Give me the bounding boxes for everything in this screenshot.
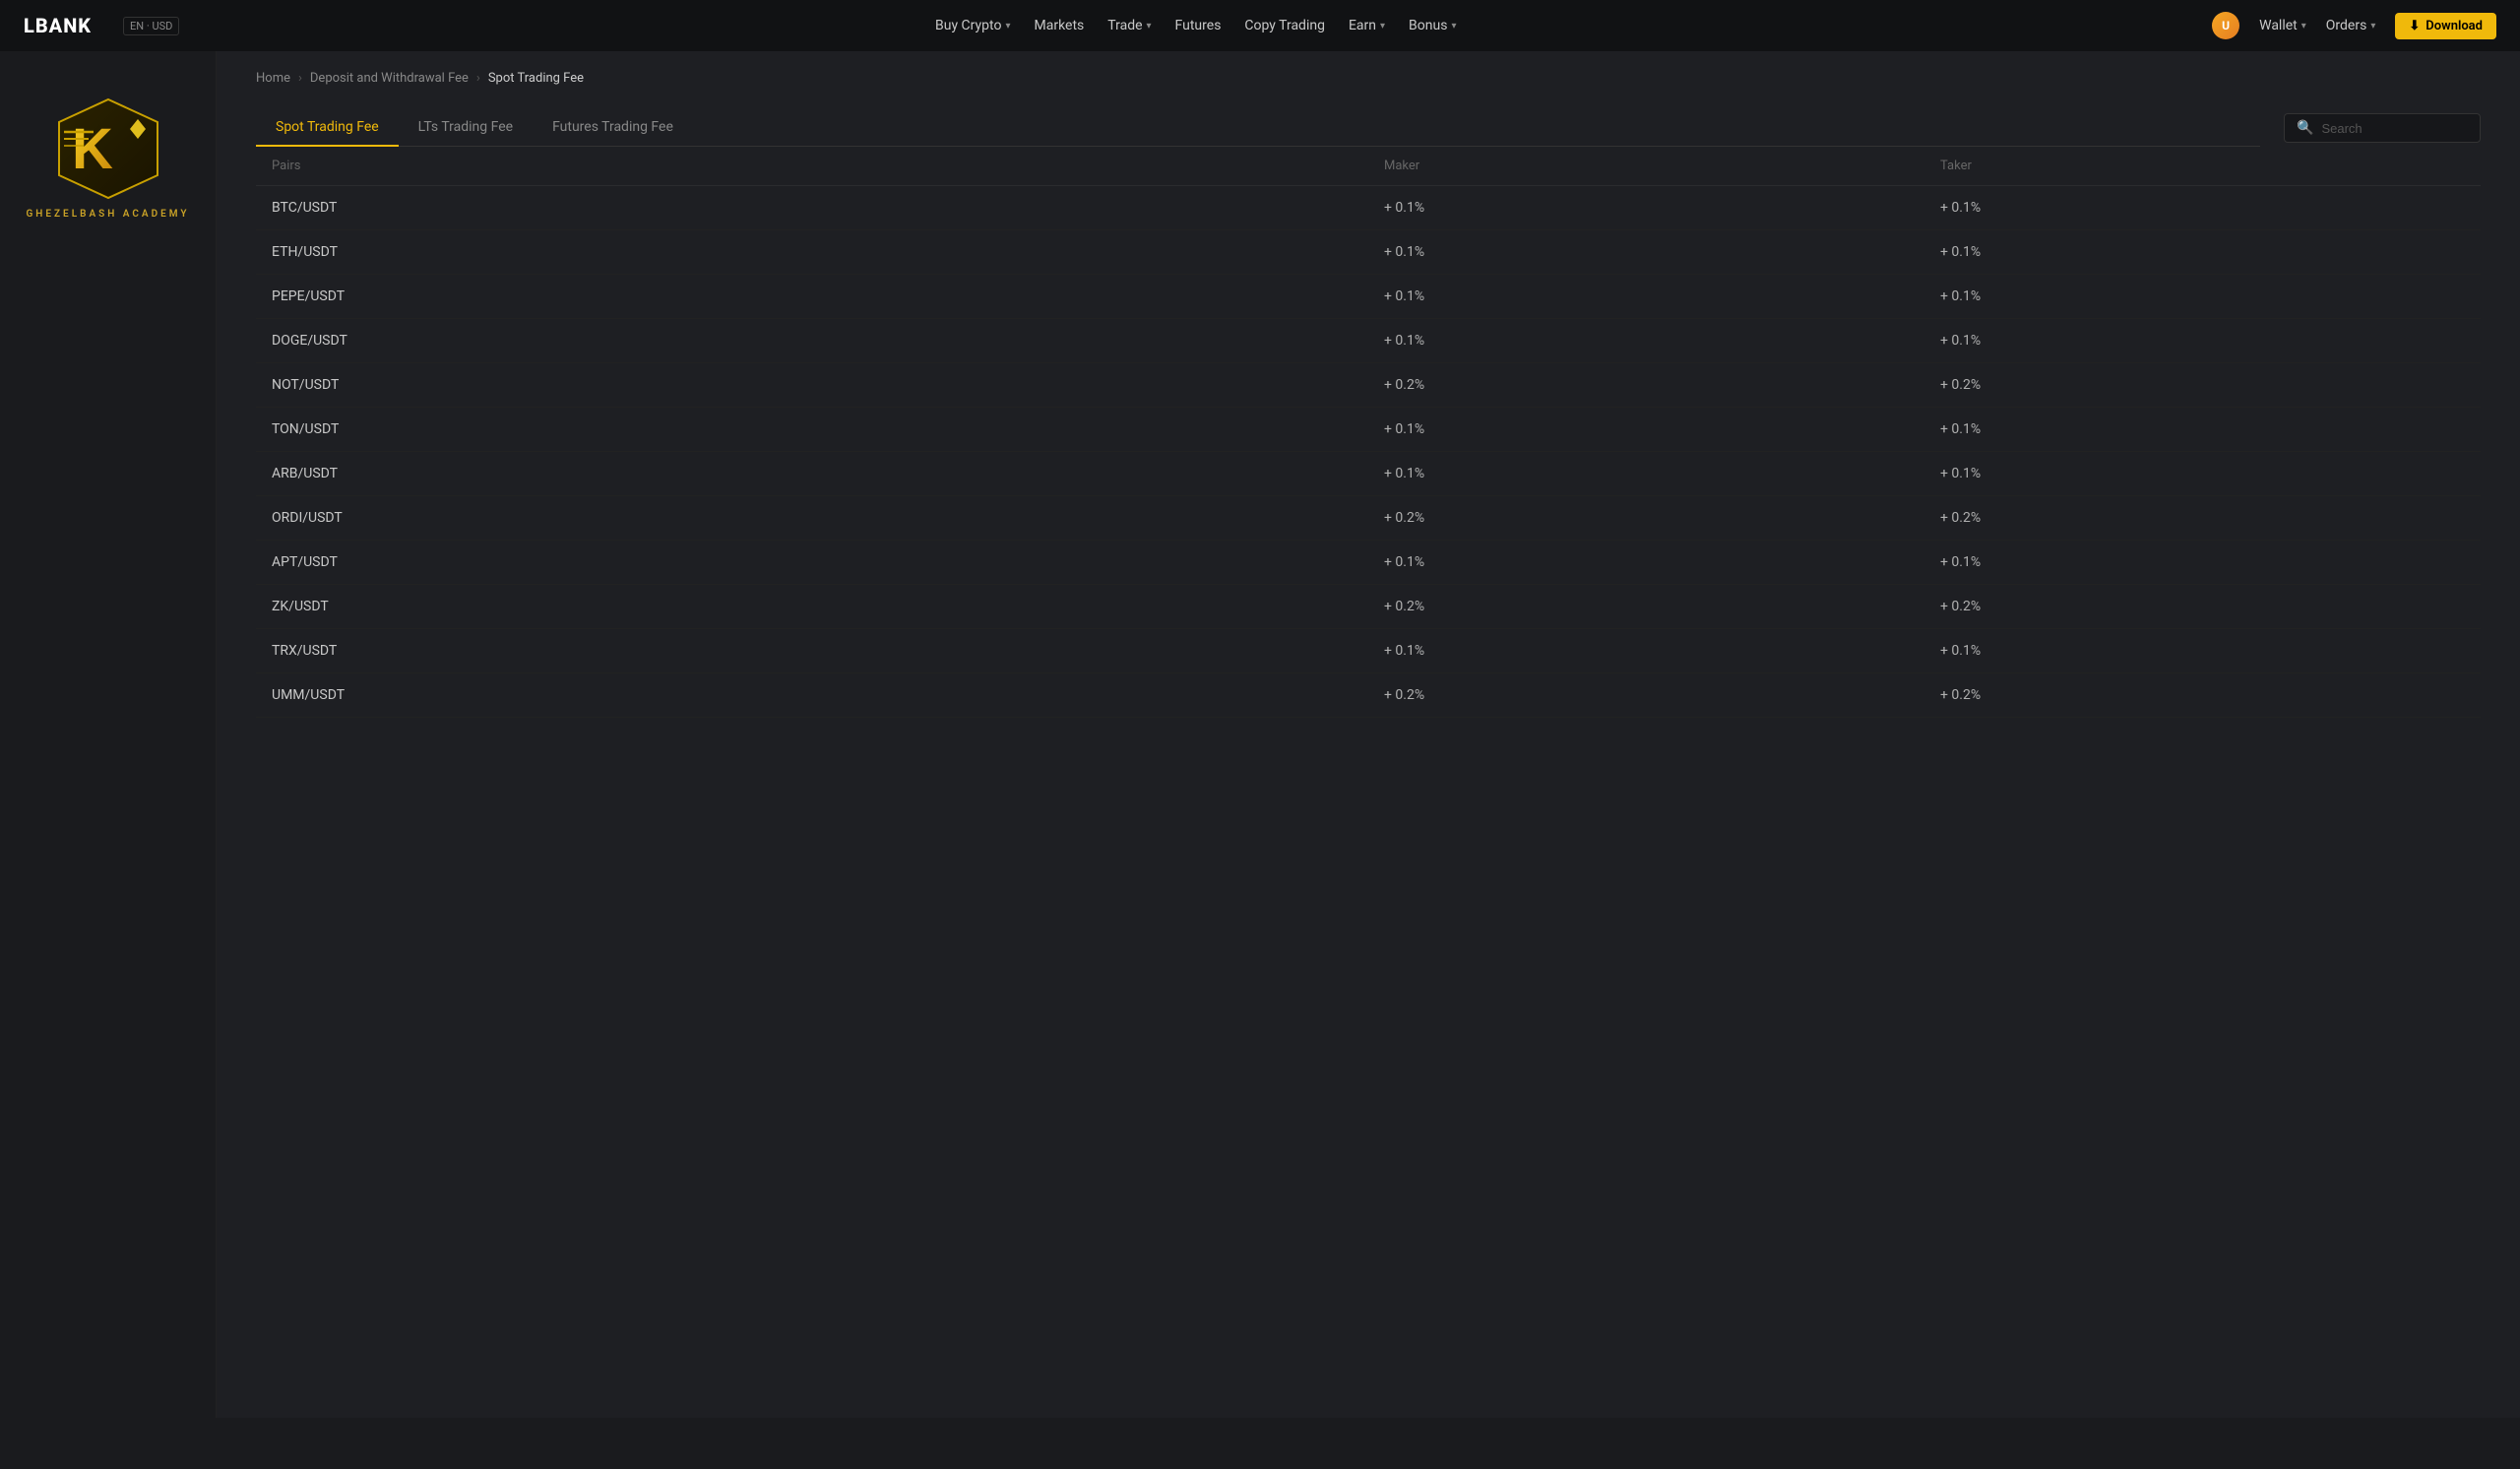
- brand-name: GHEZELBASH ACADEMY: [26, 209, 189, 220]
- search-box: 🔍: [2284, 113, 2481, 143]
- cell-taker: + 0.1%: [1924, 186, 2481, 230]
- breadcrumb-parent[interactable]: Deposit and Withdrawal Fee: [310, 71, 469, 86]
- chevron-down-icon: ▾: [1147, 21, 1152, 32]
- chevron-down-icon: ▾: [2301, 21, 2306, 32]
- cell-taker: + 0.1%: [1924, 230, 2481, 275]
- table-row: TON/USDT + 0.1% + 0.1%: [256, 408, 2481, 452]
- cell-maker: + 0.1%: [1368, 230, 1924, 275]
- nav-copy-trading[interactable]: Copy Trading: [1244, 18, 1325, 33]
- breadcrumb: Home › Deposit and Withdrawal Fee › Spot…: [256, 71, 2481, 86]
- page-wrapper: K GHEZELBASH ACADEMY Home › Deposit and …: [0, 51, 2520, 1418]
- tab-lts-trading-fee[interactable]: LTs Trading Fee: [399, 109, 533, 147]
- cell-taker: + 0.1%: [1924, 275, 2481, 319]
- table-row: ETH/USDT + 0.1% + 0.1%: [256, 230, 2481, 275]
- download-button[interactable]: ⬇ Download: [2395, 13, 2496, 39]
- cell-pair: PEPE/USDT: [256, 275, 1368, 319]
- breadcrumb-current: Spot Trading Fee: [488, 71, 584, 86]
- cell-pair: ETH/USDT: [256, 230, 1368, 275]
- nav-bonus[interactable]: Bonus ▾: [1409, 18, 1456, 33]
- cell-taker: + 0.2%: [1924, 496, 2481, 541]
- wallet-button[interactable]: Wallet ▾: [2259, 18, 2306, 33]
- chevron-down-icon: ▾: [1005, 21, 1010, 32]
- tab-futures-trading-fee[interactable]: Futures Trading Fee: [533, 109, 693, 147]
- site-logo[interactable]: LBANK: [24, 14, 92, 37]
- download-icon: ⬇: [2409, 19, 2420, 33]
- cell-taker: + 0.2%: [1924, 363, 2481, 408]
- cell-maker: + 0.2%: [1368, 585, 1924, 629]
- cell-pair: NOT/USDT: [256, 363, 1368, 408]
- main-content: Home › Deposit and Withdrawal Fee › Spot…: [217, 51, 2520, 1418]
- chevron-down-icon: ▾: [2370, 21, 2375, 32]
- navbar-right: U Wallet ▾ Orders ▾ ⬇ Download: [2212, 12, 2496, 39]
- table-row: NOT/USDT + 0.2% + 0.2%: [256, 363, 2481, 408]
- chevron-down-icon: ▾: [1380, 21, 1385, 32]
- table-row: ARB/USDT + 0.1% + 0.1%: [256, 452, 2481, 496]
- nav-markets[interactable]: Markets: [1034, 18, 1084, 33]
- cell-maker: + 0.1%: [1368, 629, 1924, 673]
- table-row: BTC/USDT + 0.1% + 0.1%: [256, 186, 2481, 230]
- cell-taker: + 0.1%: [1924, 452, 2481, 496]
- table-row: UMM/USDT + 0.2% + 0.2%: [256, 673, 2481, 718]
- col-taker: Taker: [1924, 147, 2481, 186]
- cell-taker: + 0.1%: [1924, 319, 2481, 363]
- table-row: ZK/USDT + 0.2% + 0.2%: [256, 585, 2481, 629]
- avatar[interactable]: U: [2212, 12, 2239, 39]
- cell-taker: + 0.1%: [1924, 629, 2481, 673]
- col-maker: Maker: [1368, 147, 1924, 186]
- col-pairs: Pairs: [256, 147, 1368, 186]
- cell-pair: UMM/USDT: [256, 673, 1368, 718]
- cell-taker: + 0.2%: [1924, 585, 2481, 629]
- svg-text:K: K: [72, 117, 113, 181]
- table-row: DOGE/USDT + 0.1% + 0.1%: [256, 319, 2481, 363]
- cell-maker: + 0.1%: [1368, 186, 1924, 230]
- cell-pair: DOGE/USDT: [256, 319, 1368, 363]
- cell-maker: + 0.2%: [1368, 496, 1924, 541]
- chevron-down-icon: ▾: [1451, 21, 1456, 32]
- cell-taker: + 0.2%: [1924, 673, 2481, 718]
- fee-tabs: Spot Trading Fee LTs Trading Fee Futures…: [256, 109, 2260, 147]
- nav-earn[interactable]: Earn ▾: [1349, 18, 1385, 33]
- cell-pair: ARB/USDT: [256, 452, 1368, 496]
- fee-table: Pairs Maker Taker BTC/USDT + 0.1% + 0.1%…: [256, 147, 2481, 718]
- table-header-row: Pairs Maker Taker: [256, 147, 2481, 186]
- navbar: LBANK EN · USD Buy Crypto ▾ Markets Trad…: [0, 0, 2520, 51]
- brand-logo-icon: K: [44, 95, 172, 203]
- cell-pair: TRX/USDT: [256, 629, 1368, 673]
- tab-spot-trading-fee[interactable]: Spot Trading Fee: [256, 109, 399, 147]
- cell-pair: ZK/USDT: [256, 585, 1368, 629]
- cell-maker: + 0.2%: [1368, 363, 1924, 408]
- nav-buy-crypto[interactable]: Buy Crypto ▾: [935, 18, 1010, 33]
- nav-futures[interactable]: Futures: [1175, 18, 1222, 33]
- cell-maker: + 0.1%: [1368, 275, 1924, 319]
- table-row: PEPE/USDT + 0.1% + 0.1%: [256, 275, 2481, 319]
- cell-pair: TON/USDT: [256, 408, 1368, 452]
- cell-maker: + 0.2%: [1368, 673, 1924, 718]
- table-row: TRX/USDT + 0.1% + 0.1%: [256, 629, 2481, 673]
- breadcrumb-home[interactable]: Home: [256, 71, 290, 86]
- cell-pair: ORDI/USDT: [256, 496, 1368, 541]
- table-row: ORDI/USDT + 0.2% + 0.2%: [256, 496, 2481, 541]
- search-input[interactable]: [2321, 121, 2468, 136]
- search-icon: 🔍: [2297, 120, 2313, 136]
- breadcrumb-separator: ›: [476, 71, 480, 86]
- cell-pair: BTC/USDT: [256, 186, 1368, 230]
- orders-button[interactable]: Orders ▾: [2326, 18, 2376, 33]
- cell-maker: + 0.1%: [1368, 319, 1924, 363]
- table-row: APT/USDT + 0.1% + 0.1%: [256, 541, 2481, 585]
- cell-maker: + 0.1%: [1368, 408, 1924, 452]
- locale-selector[interactable]: EN · USD: [123, 17, 179, 35]
- main-nav: Buy Crypto ▾ Markets Trade ▾ Futures Cop…: [211, 18, 2180, 33]
- cell-maker: + 0.1%: [1368, 541, 1924, 585]
- cell-taker: + 0.1%: [1924, 541, 2481, 585]
- cell-maker: + 0.1%: [1368, 452, 1924, 496]
- breadcrumb-separator: ›: [298, 71, 302, 86]
- sidebar: K GHEZELBASH ACADEMY: [0, 51, 217, 1418]
- cell-taker: + 0.1%: [1924, 408, 2481, 452]
- sidebar-logo: K GHEZELBASH ACADEMY: [16, 75, 200, 239]
- cell-pair: APT/USDT: [256, 541, 1368, 585]
- nav-trade[interactable]: Trade ▾: [1107, 18, 1151, 33]
- fee-table-body: BTC/USDT + 0.1% + 0.1% ETH/USDT + 0.1% +…: [256, 186, 2481, 718]
